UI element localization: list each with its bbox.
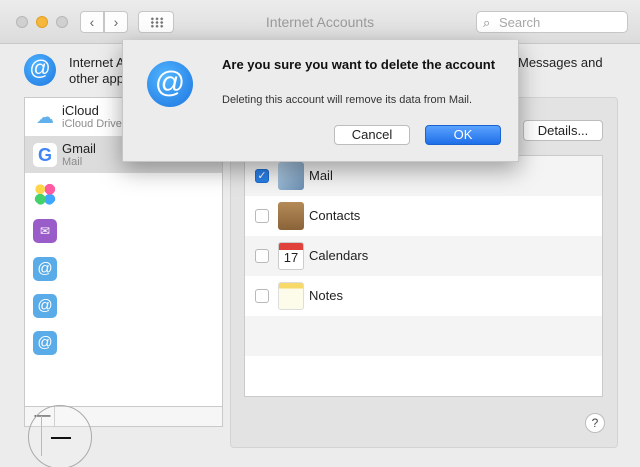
calendar-app-icon: 17 [278, 242, 304, 270]
account-name: Gmail [62, 141, 96, 156]
icloud-icon: ☁ [33, 105, 57, 129]
account-row-at-3[interactable]: @ [25, 324, 222, 361]
notes-checkbox[interactable] [255, 289, 269, 303]
magnifier-divider [41, 416, 42, 456]
notes-app-icon [278, 282, 304, 310]
dialog-title: Are you sure you want to delete the acco… [222, 57, 496, 72]
mail-app-icon [278, 162, 304, 190]
at-icon: @ [33, 294, 57, 318]
account-row-at-1[interactable]: @ [25, 250, 222, 287]
account-row-at-2[interactable]: @ [25, 287, 222, 324]
account-row-game-center[interactable] [25, 175, 222, 212]
minus-icon [51, 437, 71, 439]
search-input[interactable] [499, 14, 619, 30]
delete-account-dialog: @ Are you sure you want to delete the ac… [122, 40, 519, 162]
mail-checkbox[interactable]: ✓ [255, 169, 269, 183]
service-row-mail: ✓ Mail [245, 156, 602, 196]
game-center-icon [33, 182, 57, 206]
internet-accounts-icon: @ [147, 61, 193, 107]
service-row-empty [245, 356, 602, 396]
magnifier-highlight [28, 405, 92, 467]
ok-button[interactable]: OK [425, 125, 501, 145]
account-subtitle: iCloud Drive [62, 118, 122, 130]
account-name: iCloud [62, 103, 99, 118]
internet-accounts-icon: @ [24, 54, 56, 86]
account-row-mail[interactable]: ✉ [25, 212, 222, 249]
at-icon: @ [33, 257, 57, 281]
mail-envelope-icon: ✉ [33, 219, 57, 243]
at-icon: @ [33, 331, 57, 355]
service-label: Calendars [309, 248, 369, 263]
service-label: Mail [309, 168, 333, 183]
title-bar: ‹ › Internet Accounts ⌕ [0, 0, 640, 44]
service-row-empty [245, 316, 602, 356]
details-button[interactable]: Details... [523, 120, 603, 141]
google-icon: G [33, 143, 57, 167]
account-subtitle: Mail [62, 156, 83, 168]
dialog-message: Deleting this account will remove its da… [222, 94, 473, 106]
services-list: ✓ Mail Contacts 17 Calendars Notes [244, 155, 603, 397]
cancel-button[interactable]: Cancel [334, 125, 410, 145]
search-icon: ⌕ [483, 15, 491, 30]
header-line-right: Messages and [518, 55, 603, 70]
calendar-header-strip [279, 243, 303, 250]
service-label: Contacts [309, 208, 361, 223]
service-row-contacts: Contacts [245, 196, 602, 236]
contacts-app-icon [278, 202, 304, 230]
service-label: Notes [309, 288, 343, 303]
help-button[interactable]: ? [585, 413, 605, 433]
internet-accounts-window: ‹ › Internet Accounts ⌕ @ Internet A oth… [0, 0, 640, 467]
service-row-notes: Notes [245, 276, 602, 316]
search-field[interactable]: ⌕ [476, 11, 628, 33]
contacts-checkbox[interactable] [255, 209, 269, 223]
calendars-checkbox[interactable] [255, 249, 269, 263]
calendar-date: 17 [283, 250, 299, 265]
service-row-calendars: 17 Calendars [245, 236, 602, 276]
